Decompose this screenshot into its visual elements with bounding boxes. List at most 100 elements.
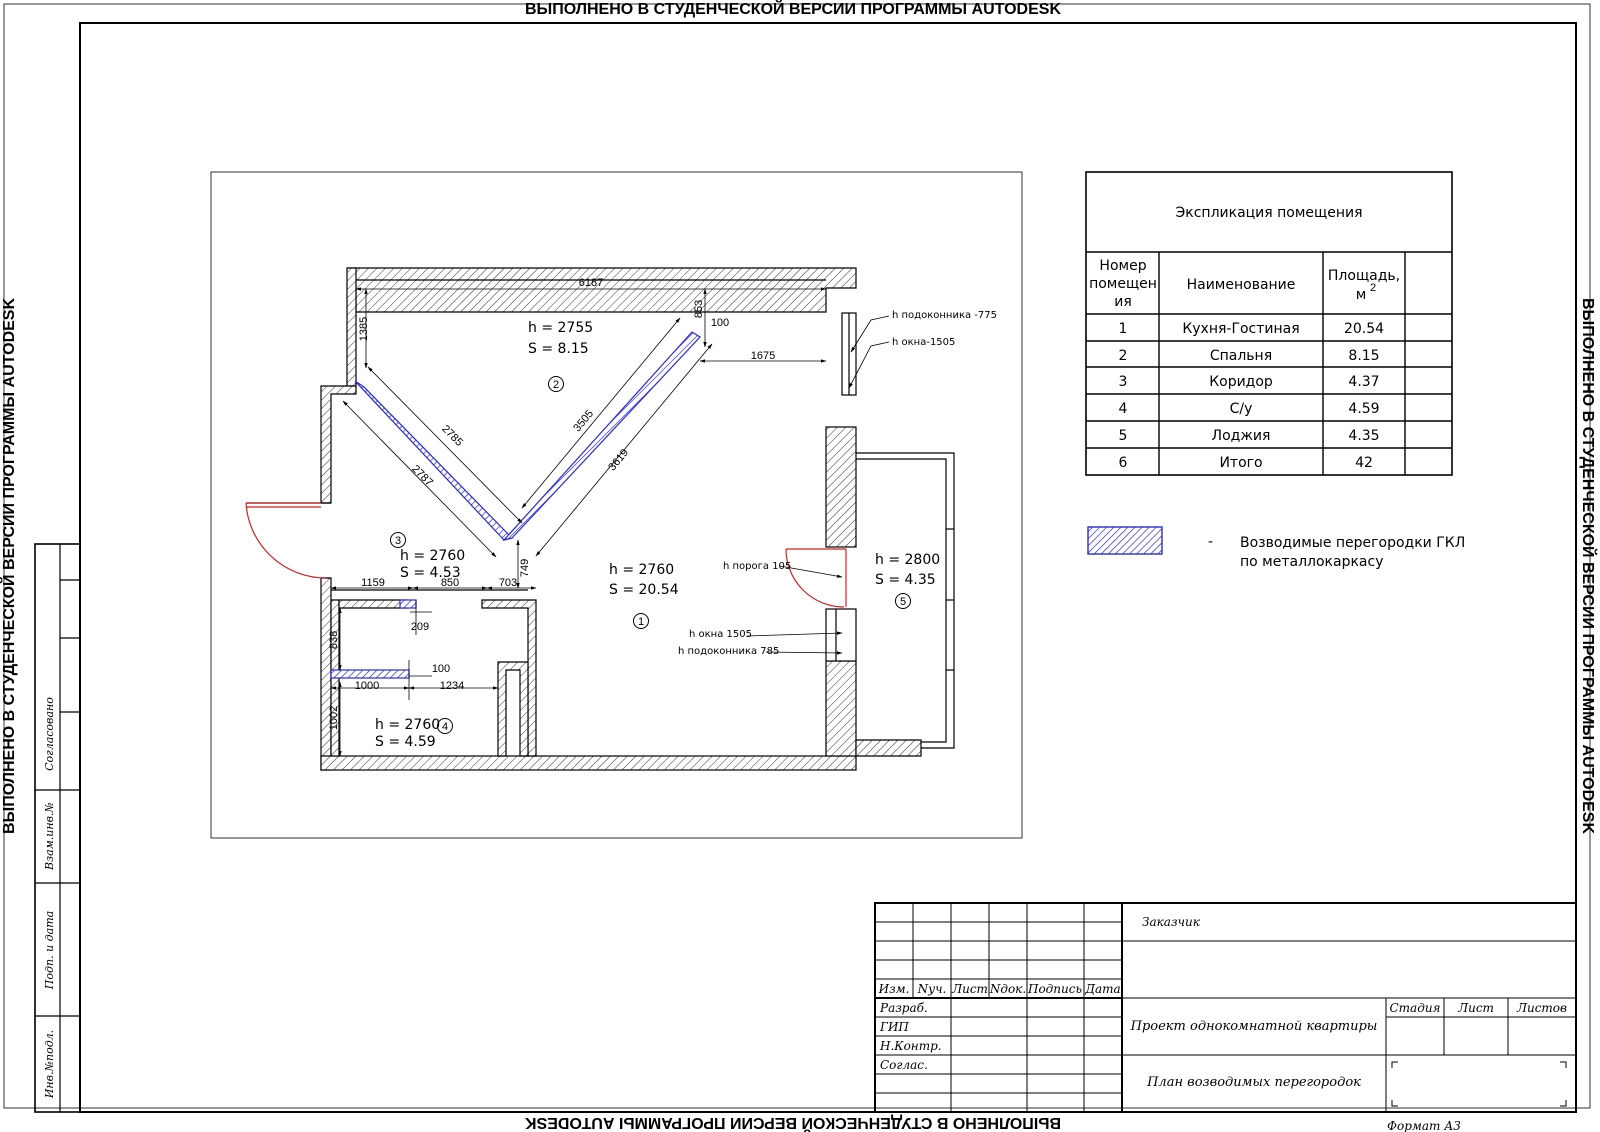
svg-text:h = 2760: h = 2760 <box>609 562 674 578</box>
svg-text:2: 2 <box>553 379 559 391</box>
svg-text:h = 2800: h = 2800 <box>875 552 940 568</box>
stamp-col-ndok: Nдок. <box>989 982 1026 996</box>
svg-text:1: 1 <box>638 616 644 628</box>
dim-1159: 1159 <box>361 577 385 589</box>
drawing-sheet: ВЫПОЛНЕНО В СТУДЕНЧЕСКОЙ ВЕРСИИ ПРОГРАММ… <box>0 0 1598 1132</box>
stamp-col-data: Дата <box>1084 982 1120 996</box>
table-row: 4 С/у 4.59 <box>1119 401 1380 417</box>
svg-text:h = 2760: h = 2760 <box>400 548 465 564</box>
gkl-partitions <box>330 331 701 679</box>
table-row: 2 Спальня 8.15 <box>1119 348 1380 364</box>
room-1-label: h = 2760 S = 20.54 1 <box>609 562 679 629</box>
dim-100-a: 100 <box>711 317 729 329</box>
watermark-bottom: ВЫПОЛНЕНО В СТУДЕНЧЕСКОЙ ВЕРСИИ ПРОГРАММ… <box>525 1114 1061 1132</box>
dim-100-b: 100 <box>432 663 450 675</box>
svg-text:Спальня: Спальня <box>1210 348 1272 364</box>
svg-text:Итого: Итого <box>1219 455 1262 471</box>
svg-text:S = 8.15: S = 8.15 <box>528 341 589 357</box>
explication-table: Экспликация помещения Номер помещен ия Н… <box>1085 171 1453 476</box>
svg-text:Лоджия: Лоджия <box>1212 428 1271 444</box>
note-threshold: h порога 105 <box>723 561 791 572</box>
note-leaders <box>746 315 890 655</box>
svg-text:4.35: 4.35 <box>1348 428 1379 444</box>
note-window-top: h окна-1505 <box>892 337 955 348</box>
note-sill-mid: h подоконника 785 <box>678 646 779 657</box>
svg-text:h = 2760: h = 2760 <box>375 717 440 733</box>
dim-209: 209 <box>411 621 429 633</box>
svg-text:h = 2755: h = 2755 <box>528 320 593 336</box>
svg-text:Коридор: Коридор <box>1209 374 1273 390</box>
stamp-sheet-title: План возводимых перегородок <box>1146 1075 1361 1090</box>
svg-text:S = 4.35: S = 4.35 <box>875 572 936 588</box>
room-3-label: 3 h = 2760 S = 4.53 <box>390 532 465 581</box>
title-block: Заказчик Изм. Nуч. Лист Nдок. Подпись Да… <box>874 902 1577 1132</box>
floor-plan: 6187 1385 853 100 1675 2785 3505 2787 36… <box>245 267 997 771</box>
svg-text:S = 4.59: S = 4.59 <box>375 734 436 750</box>
stamp-stage: Стадия <box>1390 1001 1441 1015</box>
watermark-left: ВЫПОЛНЕНО В СТУДЕНЧЕСКОЙ ВЕРСИИ ПРОГРАММ… <box>0 298 18 834</box>
stamp-col-podpis: Подпись <box>1027 982 1082 996</box>
doors <box>245 502 847 608</box>
watermark-right: ВЫПОЛНЕНО В СТУДЕНЧЕСКОЙ ВЕРСИИ ПРОГРАММ… <box>1579 298 1598 834</box>
svg-text:4: 4 <box>442 721 448 733</box>
note-window-mid: h окна 1505 <box>689 629 752 640</box>
svg-text:42: 42 <box>1355 455 1373 471</box>
stamp-project: Проект однокомнатной квартиры <box>1130 1019 1378 1034</box>
stamp-role-gip: ГИП <box>879 1020 909 1034</box>
col-area-unit: м <box>1356 287 1367 303</box>
svg-text:20.54: 20.54 <box>1344 321 1384 337</box>
dim-3619: 3619 <box>606 447 631 473</box>
dim-6187: 6187 <box>579 277 603 289</box>
col-area-header: Площадь, <box>1328 268 1400 284</box>
explication-title: Экспликация помещения <box>1175 205 1362 221</box>
dim-3505: 3505 <box>571 408 596 434</box>
svg-text:3: 3 <box>1119 374 1128 390</box>
table-row: 5 Лоджия 4.35 <box>1119 428 1380 444</box>
svg-text:S = 4.53: S = 4.53 <box>400 565 461 581</box>
dim-1000: 1000 <box>355 680 379 692</box>
dim-749: 749 <box>519 559 531 577</box>
side-inv-replace: Взам.инв.№ <box>43 802 56 871</box>
note-sill-top: h подоконника -775 <box>892 310 997 321</box>
dim-1002: 1002 <box>328 706 340 730</box>
svg-text:1: 1 <box>1119 321 1128 337</box>
stamp-customer: Заказчик <box>1142 915 1201 929</box>
svg-text:С/у: С/у <box>1230 401 1253 417</box>
outer-walls <box>320 267 922 771</box>
col-area-unit-sup: 2 <box>1370 282 1376 294</box>
svg-text:2: 2 <box>1119 348 1128 364</box>
svg-text:4.59: 4.59 <box>1348 401 1379 417</box>
dim-1675: 1675 <box>751 350 775 362</box>
svg-text:S = 20.54: S = 20.54 <box>609 582 679 598</box>
svg-text:4.37: 4.37 <box>1348 374 1379 390</box>
stamp-role-razrab: Разраб. <box>879 1001 928 1015</box>
legend: - Возводимые перегородки ГКЛ по металлок… <box>1087 526 1465 570</box>
dim-1234: 1234 <box>440 680 464 692</box>
svg-text:6: 6 <box>1119 455 1128 471</box>
dim-703: 703 <box>499 577 517 589</box>
legend-line-2: по металлокаркасу <box>1240 554 1383 570</box>
table-row: 6 Итого 42 <box>1119 455 1373 471</box>
svg-text:3: 3 <box>395 535 401 547</box>
company-logo-frame <box>1391 1061 1567 1107</box>
svg-text:Кухня-Гостиная: Кухня-Гостиная <box>1182 321 1299 337</box>
stamp-col-list: Лист <box>951 982 988 996</box>
dim-1385: 1385 <box>358 317 370 341</box>
svg-text:5: 5 <box>900 596 906 608</box>
legend-line-1: Возводимые перегородки ГКЛ <box>1240 535 1465 551</box>
side-inv-orig: Инв.№подл. <box>43 1030 56 1099</box>
dim-2787: 2787 <box>409 463 435 489</box>
legend-gkl-swatch <box>1087 526 1163 555</box>
stamp-col-nuch: Nуч. <box>917 982 947 996</box>
stamp-role-soglas: Соглас. <box>880 1058 928 1072</box>
side-agreed: Согласовано <box>43 697 56 771</box>
dim-2785: 2785 <box>439 423 465 449</box>
col-num-header-2: помещен <box>1089 276 1157 292</box>
stamp-format: Формат А3 <box>1387 1119 1461 1132</box>
stamp-role-nkontr: Н.Контр. <box>879 1039 942 1053</box>
dim-853: 853 <box>693 300 705 318</box>
room-5-label: h = 2800 S = 4.35 5 <box>875 552 940 609</box>
side-stamp: Согласовано Взам.инв.№ Подп. и дата Инв.… <box>34 543 81 1113</box>
col-num-header-1: Номер <box>1099 258 1146 274</box>
watermark-top: ВЫПОЛНЕНО В СТУДЕНЧЕСКОЙ ВЕРСИИ ПРОГРАММ… <box>525 0 1061 18</box>
